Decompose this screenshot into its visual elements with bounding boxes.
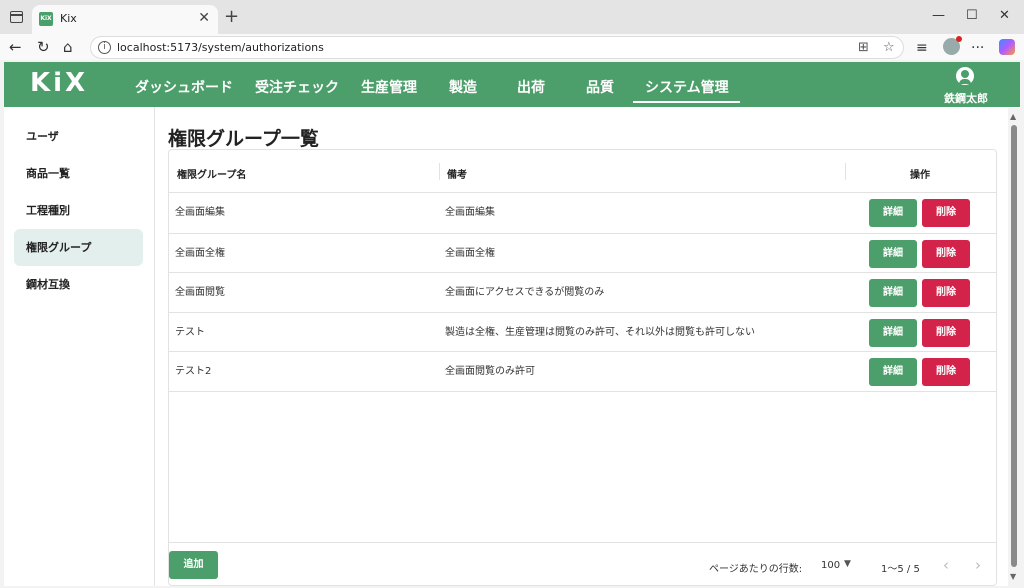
- copilot-icon[interactable]: [999, 39, 1015, 55]
- delete-button[interactable]: 削除: [922, 358, 970, 386]
- column-separator[interactable]: [439, 163, 440, 180]
- cell-note: 全画面全権: [445, 248, 495, 259]
- cell-group-name: テスト2: [175, 366, 212, 377]
- delete-button[interactable]: 削除: [922, 279, 970, 307]
- table-header: 権限グループ名 備考 操作: [169, 150, 996, 193]
- nav-system-management[interactable]: システム管理: [645, 77, 729, 97]
- browser-tab[interactable]: KiX Kix ✕: [32, 5, 218, 34]
- table-row[interactable]: 全画面全権 全画面全権 詳細 削除: [169, 234, 996, 273]
- minimize-icon[interactable]: —: [932, 8, 945, 23]
- maximize-icon[interactable]: ☐: [966, 8, 978, 23]
- home-icon[interactable]: ⌂: [63, 38, 73, 56]
- column-header-name[interactable]: 権限グループ名: [177, 166, 246, 181]
- scroll-up-icon[interactable]: ▲: [1010, 112, 1016, 121]
- table-row[interactable]: 全画面編集 全画面編集 詳細 削除: [169, 193, 996, 234]
- favorite-icon[interactable]: ☆: [883, 40, 895, 55]
- nav-quality[interactable]: 品質: [586, 77, 614, 97]
- add-button[interactable]: 追加: [169, 551, 218, 579]
- window-close-icon[interactable]: ✕: [999, 8, 1010, 23]
- permission-group-table-card: 権限グループ名 備考 操作 全画面編集 全画面編集 詳細 削除 全画面全権 全画…: [168, 149, 997, 586]
- app-header: KiX ダッシュボード 受注チェック 生産管理 製造 出荷 品質 システム管理 …: [4, 62, 1020, 107]
- detail-button[interactable]: 詳細: [869, 199, 917, 227]
- cell-group-name: 全画面編集: [175, 207, 225, 218]
- column-header-note[interactable]: 備考: [447, 166, 467, 181]
- address-bar-row: ← ↻ ⌂ i localhost:5173/system/authorizat…: [0, 34, 1024, 60]
- collections-icon[interactable]: ≡: [916, 40, 928, 56]
- delete-button[interactable]: 削除: [922, 319, 970, 347]
- column-separator[interactable]: [845, 163, 846, 180]
- table-row[interactable]: テスト2 全画面閲覧のみ許可 詳細 削除: [169, 352, 996, 392]
- new-tab-icon[interactable]: +: [224, 6, 239, 27]
- cell-group-name: 全画面全権: [175, 248, 225, 259]
- table-footer: 追加 ページあたりの行数: 100 ▼ 1～5 / 5 ‹ ›: [169, 542, 996, 586]
- reload-icon[interactable]: ↻: [37, 38, 50, 56]
- delete-button[interactable]: 削除: [922, 240, 970, 268]
- chevron-down-icon[interactable]: ▼: [844, 559, 851, 569]
- url-input[interactable]: i localhost:5173/system/authorizations ⊞…: [90, 36, 904, 59]
- nav-order-check[interactable]: 受注チェック: [255, 77, 339, 97]
- column-header-actions: 操作: [910, 170, 930, 181]
- app-window: KiX ダッシュボード 受注チェック 生産管理 製造 出荷 品質 システム管理 …: [4, 62, 1020, 586]
- active-nav-indicator: [633, 101, 740, 103]
- previous-page-icon[interactable]: ‹: [943, 556, 949, 574]
- nav-dashboard[interactable]: ダッシュボード: [135, 77, 233, 97]
- back-icon[interactable]: ←: [9, 38, 22, 56]
- detail-button[interactable]: 詳細: [869, 279, 917, 307]
- split-screen-icon[interactable]: ⊞: [858, 40, 869, 55]
- cell-note: 全画面編集: [445, 207, 495, 218]
- nav-production-management[interactable]: 生産管理: [361, 77, 417, 97]
- cell-note: 全画面閲覧のみ許可: [445, 366, 535, 377]
- kix-logo[interactable]: KiX: [30, 68, 88, 98]
- detail-button[interactable]: 詳細: [869, 240, 917, 268]
- profile-icon[interactable]: [943, 36, 962, 55]
- rows-per-page-label: ページあたりの行数:: [709, 564, 803, 575]
- sidebar-item-process-types[interactable]: 工程種別: [14, 192, 143, 229]
- sidebar-item-permission-groups[interactable]: 権限グループ: [14, 229, 143, 266]
- browser-tab-strip: KiX Kix ✕ + — ☐ ✕: [0, 0, 1024, 34]
- sidebar-item-users[interactable]: ユーザ: [14, 118, 143, 155]
- delete-button[interactable]: 削除: [922, 199, 970, 227]
- page-title: 権限グループ一覧: [168, 128, 319, 150]
- sidebar: ユーザ 商品一覧 工程種別 権限グループ 鋼材互換: [4, 107, 155, 586]
- nav-shipping[interactable]: 出荷: [517, 77, 545, 97]
- table-row[interactable]: 全画面閲覧 全画面にアクセスできるが閲覧のみ 詳細 削除: [169, 273, 996, 313]
- vertical-scrollbar[interactable]: ▲ ▼: [1008, 108, 1020, 586]
- info-icon[interactable]: i: [98, 41, 111, 54]
- url-text[interactable]: localhost:5173/system/authorizations: [117, 41, 324, 54]
- cell-note: 製造は全権、生産管理は閲覧のみ許可、それ以外は閲覧も許可しない: [445, 327, 755, 338]
- cell-note: 全画面にアクセスできるが閲覧のみ: [445, 287, 605, 298]
- table-row[interactable]: テスト 製造は全権、生産管理は閲覧のみ許可、それ以外は閲覧も許可しない 詳細 削…: [169, 313, 996, 352]
- more-icon[interactable]: ···: [971, 40, 984, 56]
- cell-group-name: テスト: [175, 327, 205, 338]
- detail-button[interactable]: 詳細: [869, 358, 917, 386]
- nav-manufacturing[interactable]: 製造: [449, 77, 477, 97]
- user-name[interactable]: 鉄鋼太郎: [944, 90, 988, 106]
- pagination-range: 1～5 / 5: [881, 564, 920, 575]
- user-avatar-icon[interactable]: [956, 67, 974, 85]
- favicon-icon: KiX: [39, 12, 53, 26]
- rows-per-page-select[interactable]: 100: [821, 560, 840, 571]
- detail-button[interactable]: 詳細: [869, 319, 917, 347]
- sidebar-item-steel-compatibility[interactable]: 鋼材互換: [14, 266, 143, 303]
- scroll-down-icon[interactable]: ▼: [1010, 572, 1016, 581]
- scrollbar-thumb[interactable]: [1011, 125, 1017, 567]
- next-page-icon[interactable]: ›: [975, 556, 981, 574]
- cell-group-name: 全画面閲覧: [175, 287, 225, 298]
- sidebar-item-products[interactable]: 商品一覧: [14, 155, 143, 192]
- window-icon[interactable]: [10, 11, 23, 23]
- tab-title: Kix: [60, 12, 77, 25]
- close-icon[interactable]: ✕: [198, 10, 210, 26]
